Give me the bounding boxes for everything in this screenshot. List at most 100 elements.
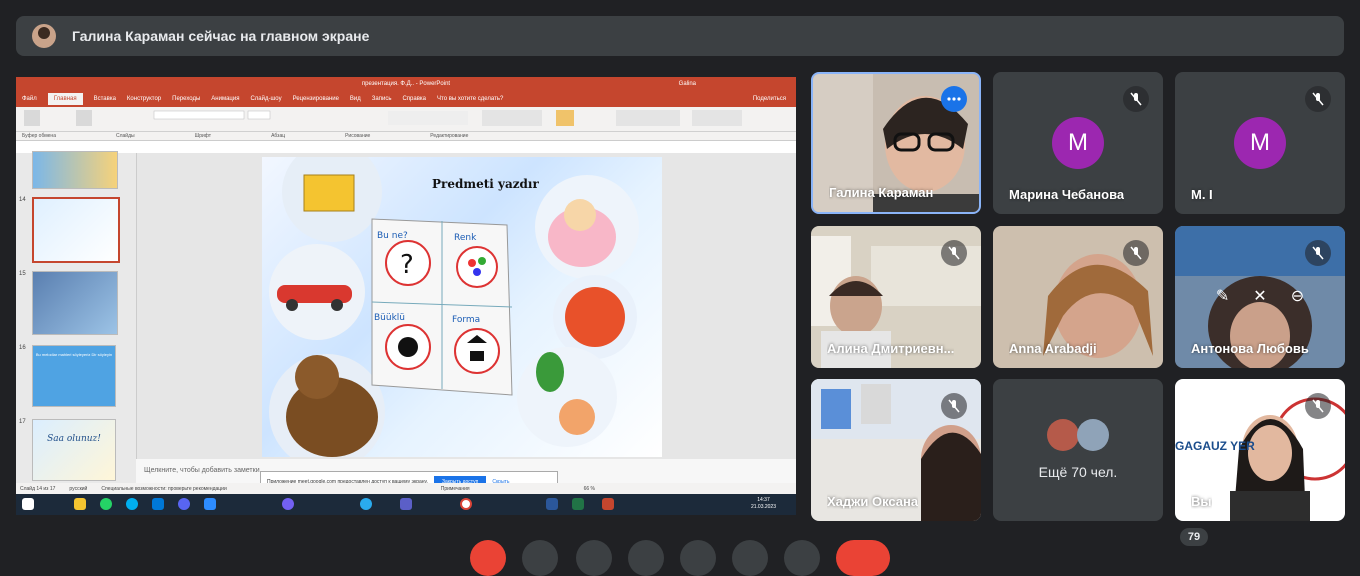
ppt-tab-animation[interactable]: Анимация (211, 96, 239, 102)
clock-time: 14:37 (757, 497, 770, 503)
pin-icon[interactable]: ✎ (1216, 286, 1229, 308)
participant-avatar: M (1052, 117, 1104, 169)
edge-icon[interactable] (152, 498, 164, 510)
group-editing: Редактирование (430, 133, 469, 139)
ppt-window-title: презентация. Ф.Д.. - PowerPoint (361, 81, 451, 87)
svg-text:?: ? (400, 250, 414, 280)
ppt-ribbon (16, 107, 796, 132)
presenter-avatar (32, 24, 56, 48)
ppt-tab-help[interactable]: Справка (402, 96, 426, 102)
group-font: Шрифт (194, 133, 212, 139)
ppt-tab-home[interactable]: Главная (47, 93, 83, 105)
more-participants-label: Ещё 70 чел. (1038, 464, 1118, 480)
status-accessibility[interactable]: Специальные возможности: проверьте реком… (101, 486, 226, 492)
shared-screen: презентация. Ф.Д.. - PowerPoint Galina Ф… (16, 77, 796, 515)
camera-toggle-button[interactable] (522, 540, 558, 576)
excel-icon[interactable] (572, 498, 584, 510)
ppt-tab-slideshow[interactable]: Слайд-шоу (250, 96, 281, 102)
participant-name: Алина Дмитриевн... (827, 341, 955, 356)
status-language: русский (69, 485, 88, 492)
whatsapp-icon[interactable] (100, 498, 112, 510)
slide-number-14: 14 (19, 197, 26, 203)
participant-tile-m-i[interactable]: M М. I (1175, 72, 1345, 214)
ppt-tab-record[interactable]: Запись (372, 96, 392, 102)
ppt-ribbon-groups: Буфер обмена Слайды Шрифт Абзац Рисовани… (16, 132, 796, 141)
presenting-banner: Галина Караман сейчас на главном экране (16, 16, 1344, 56)
more-options-button[interactable] (784, 540, 820, 576)
participant-tile-galina[interactable]: Галина Караман (811, 72, 981, 214)
slide-thumbnail-15[interactable] (32, 271, 118, 335)
ppt-tab-view[interactable]: Вид (350, 96, 361, 102)
mic-off-icon (1305, 86, 1331, 112)
leave-call-button[interactable] (836, 540, 890, 576)
windows-start-icon[interactable] (22, 498, 34, 510)
mic-off-icon (1305, 240, 1331, 266)
more-participants-tile[interactable]: Ещё 70 чел. (993, 379, 1163, 521)
participant-tile-self[interactable]: GAGAUZ YER Вы (1175, 379, 1345, 521)
participant-tile-anna[interactable]: Anna Arabadji (993, 226, 1163, 368)
slide-thumbnails: 14 15 16 Bu melodiar mahleri söyleyeriz … (16, 151, 137, 483)
slide-number-15: 15 (19, 271, 26, 277)
chrome-icon[interactable] (460, 498, 472, 510)
ppt-ribbon-tabs: Файл Главная Вставка Конструктор Переход… (16, 91, 796, 107)
slide-16-text: Bu melodiar mahleri söyleyeriz Dir söyle… (35, 352, 113, 357)
ppt-tab-transitions[interactable]: Переходы (172, 96, 200, 102)
participant-name: Вы (1191, 494, 1212, 509)
group-slides: Слайды (115, 133, 135, 139)
self-background-logo: GAGAUZ YER (1175, 439, 1255, 453)
zoom-icon[interactable] (204, 498, 216, 510)
participant-tile-khadzhi[interactable]: Хаджи Оксана (811, 379, 981, 521)
participant-name: Anna Arabadji (1009, 341, 1097, 356)
viber-icon[interactable] (282, 498, 294, 510)
participant-name: Хаджи Оксана (827, 494, 919, 509)
mic-toggle-button[interactable] (470, 540, 506, 576)
powerpoint-icon[interactable] (602, 498, 614, 510)
ppt-ribbon-controls (24, 110, 742, 126)
discord-icon[interactable] (178, 498, 190, 510)
tile-hover-controls: ✎ ✕ ⊖ (1205, 286, 1315, 308)
slide-number-16: 16 (19, 345, 26, 351)
group-clipboard: Буфер обмена (22, 133, 56, 139)
ppt-share-button[interactable]: Поделиться (753, 96, 786, 102)
card-buuklu: Büüklü (374, 313, 405, 323)
raise-hand-button[interactable] (628, 540, 664, 576)
participant-count-badge[interactable]: 79 (1180, 528, 1208, 546)
present-button[interactable] (680, 540, 716, 576)
remove-icon[interactable]: ⊖ (1291, 286, 1304, 308)
slide-thumbnail-16[interactable]: Bu melodiar mahleri söyleyeriz Dir söyle… (32, 345, 116, 407)
participant-tile-antonova[interactable]: ✎ ✕ ⊖ Антонова Любовь (1175, 226, 1345, 368)
captions-button[interactable] (576, 540, 612, 576)
ppt-workspace: 14 15 16 Bu melodiar mahleri söyleyeriz … (16, 151, 796, 483)
participant-tile-alina[interactable]: Алина Дмитриевн... (811, 226, 981, 368)
status-zoom[interactable]: 66 % (584, 486, 595, 492)
file-explorer-icon[interactable] (74, 498, 86, 510)
ppt-tab-review[interactable]: Рецензирование (293, 96, 339, 102)
reactions-button[interactable] (732, 540, 768, 576)
word-icon[interactable] (546, 498, 558, 510)
slide-title: Predmeti yazdır (432, 177, 539, 191)
participant-name: Галина Караман (829, 185, 934, 200)
group-drawing: Рисование (345, 133, 371, 139)
group-paragraph: Абзац (271, 133, 286, 139)
participant-avatar (1047, 419, 1079, 451)
status-notes-button[interactable]: Примечания (441, 486, 470, 492)
card-renk: Renk (454, 233, 477, 243)
status-slide-count: Слайд 14 из 17 (20, 485, 56, 492)
telegram-icon[interactable] (360, 498, 372, 510)
participant-tile-marina[interactable]: M Марина Чебанова (993, 72, 1163, 214)
slide-thumbnail-14[interactable] (32, 197, 120, 263)
ppt-tab-insert[interactable]: Вставка (94, 96, 116, 102)
ppt-tab-file[interactable]: Файл (22, 96, 37, 102)
slide-thumbnail-13[interactable] (32, 151, 118, 189)
participant-name: Антонова Любовь (1191, 341, 1309, 356)
slide-thumbnail-17[interactable]: Saa olunuz! (32, 419, 116, 481)
skype-icon[interactable] (126, 498, 138, 510)
more-options-icon[interactable] (941, 86, 967, 112)
mic-off-icon (941, 240, 967, 266)
ppt-tab-design[interactable]: Конструктор (127, 96, 161, 102)
teams-icon[interactable] (400, 498, 412, 510)
participant-avatar: M (1234, 117, 1286, 169)
ppt-tell-me[interactable]: Что вы хотите сделать? (437, 96, 503, 102)
mute-icon[interactable]: ✕ (1253, 286, 1266, 308)
taskbar-clock: 14:37 21.03.2023 (751, 497, 776, 511)
